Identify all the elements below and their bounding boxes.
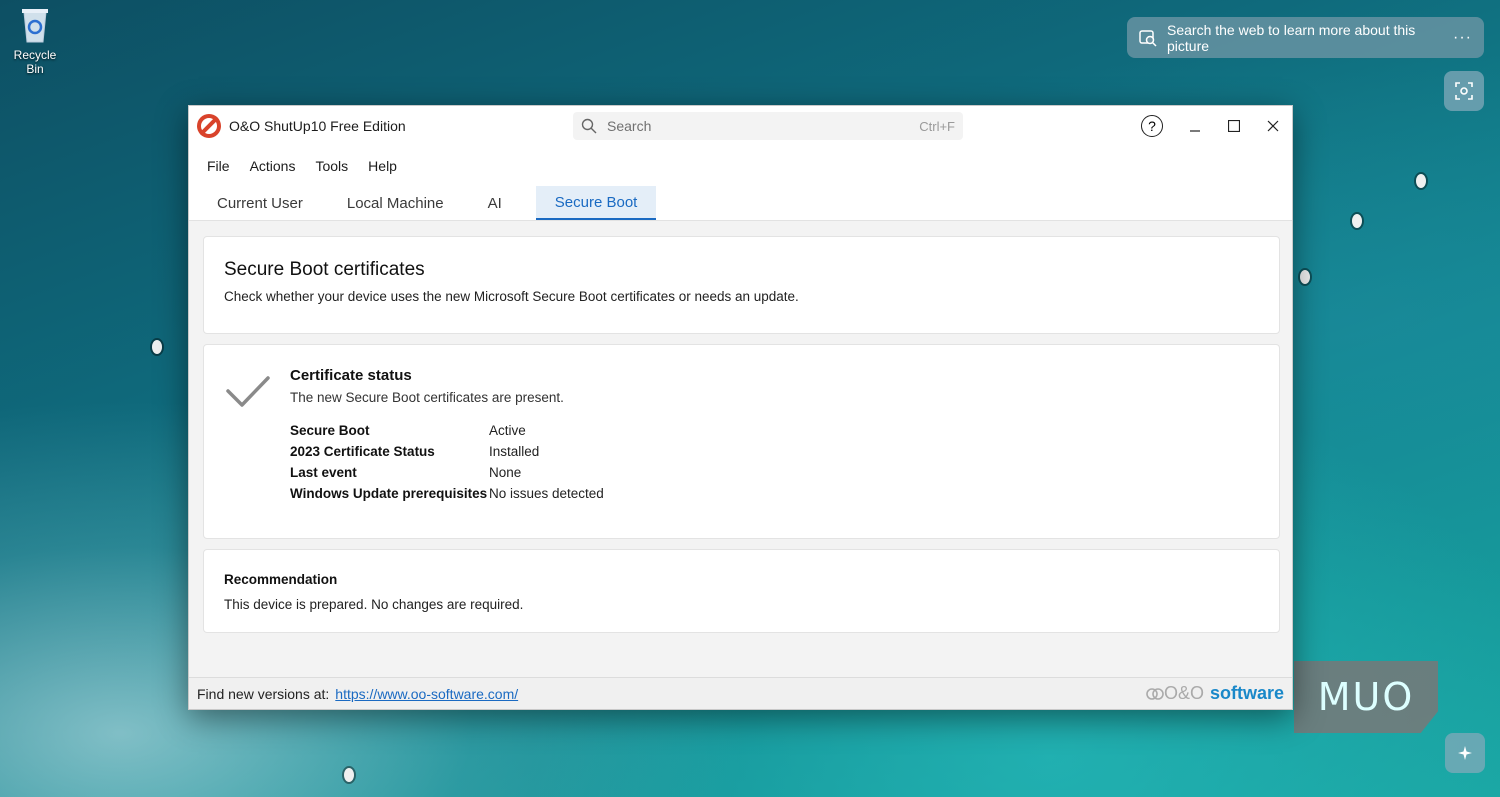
surfer-decoration: [1416, 174, 1426, 188]
title-bar[interactable]: O&O ShutUp10 Free Edition Search Ctrl+F …: [189, 106, 1292, 146]
recommendation-text: This device is prepared. No changes are …: [224, 597, 524, 612]
menu-file[interactable]: File: [197, 158, 240, 174]
detail-value: No issues detected: [489, 486, 604, 501]
page-title: Secure Boot certificates: [224, 259, 425, 280]
tab-bar: Current User Local Machine AI Secure Boo…: [189, 186, 1292, 221]
detail-value: Installed: [489, 444, 540, 459]
surfer-decoration: [344, 768, 354, 782]
recycle-bin-label: Recycle Bin: [13, 48, 57, 76]
menu-tools[interactable]: Tools: [305, 158, 358, 174]
search-placeholder: Search: [607, 118, 652, 134]
background-info-button[interactable]: [1445, 733, 1485, 773]
intro-card: Secure Boot certificates Check whether y…: [203, 236, 1280, 334]
screen-capture-button[interactable]: [1444, 71, 1484, 111]
certificate-status-summary: The new Secure Boot certificates are pre…: [290, 390, 564, 405]
tab-ai[interactable]: AI: [478, 186, 512, 220]
capture-icon: [1455, 82, 1473, 100]
page-description: Check whether your device uses the new M…: [224, 289, 799, 304]
website-link[interactable]: https://www.oo-software.com/: [335, 686, 518, 702]
detail-value: None: [489, 465, 522, 480]
checkmark-icon: [226, 376, 270, 407]
minimize-icon: [1189, 130, 1200, 132]
recycle-bin-icon: [20, 6, 50, 44]
detail-key: Secure Boot: [290, 423, 370, 438]
status-bar: Find new versions at: https://www.oo-sof…: [189, 677, 1292, 709]
recommendation-title: Recommendation: [224, 572, 338, 587]
recycle-bin[interactable]: Recycle Bin: [4, 6, 66, 76]
close-button[interactable]: [1253, 106, 1292, 146]
help-button[interactable]: ?: [1141, 115, 1163, 137]
detail-key: 2023 Certificate Status: [290, 444, 435, 459]
brand-suffix: software: [1209, 683, 1284, 703]
tab-current-user[interactable]: Current User: [207, 186, 313, 220]
minimize-button[interactable]: [1175, 106, 1214, 146]
menu-actions[interactable]: Actions: [240, 158, 306, 174]
detail-value: Active: [489, 423, 526, 438]
close-icon: [1267, 120, 1278, 132]
search-shortcut: Ctrl+F: [919, 118, 955, 134]
brand-prefix: O&O: [1163, 683, 1204, 703]
surfer-decoration: [152, 340, 162, 354]
detail-key: Last event: [290, 465, 357, 480]
visual-search-bar[interactable]: Search the web to learn more about this …: [1127, 17, 1484, 58]
search-input[interactable]: Search Ctrl+F: [573, 112, 963, 140]
maximize-icon: [1227, 120, 1240, 132]
maximize-button[interactable]: [1214, 106, 1253, 146]
oo-logo-icon: [1146, 687, 1164, 700]
muo-watermark: MUO: [1294, 661, 1438, 733]
surfer-decoration: [1300, 270, 1310, 284]
tab-local-machine[interactable]: Local Machine: [337, 186, 454, 220]
tab-secure-boot[interactable]: Secure Boot: [535, 186, 657, 220]
more-options-button[interactable]: ···: [1453, 29, 1472, 47]
app-window: O&O ShutUp10 Free Edition Search Ctrl+F …: [188, 105, 1293, 710]
oo-software-logo: O&O software: [1146, 683, 1284, 704]
recommendation-card: Recommendation This device is prepared. …: [203, 549, 1280, 633]
update-prompt: Find new versions at:: [197, 685, 330, 702]
visual-search-prompt: Search the web to learn more about this …: [1167, 21, 1416, 54]
visual-search-icon: [1139, 29, 1157, 47]
surfer-decoration: [1352, 214, 1362, 228]
menu-help[interactable]: Help: [358, 158, 407, 174]
app-logo-icon: [197, 114, 221, 138]
window-title: O&O ShutUp10 Free Edition: [229, 118, 406, 134]
certificate-status-card: Certificate status The new Secure Boot c…: [203, 344, 1280, 539]
detail-key: Windows Update prerequisites: [290, 486, 488, 501]
menu-bar: File Actions Tools Help: [189, 146, 1292, 186]
certificate-status-title: Certificate status: [290, 367, 412, 384]
sparkle-icon: [1458, 746, 1472, 760]
status-details: Secure Boot Active 2023 Certificate Stat…: [290, 423, 604, 501]
search-icon: [581, 118, 597, 134]
